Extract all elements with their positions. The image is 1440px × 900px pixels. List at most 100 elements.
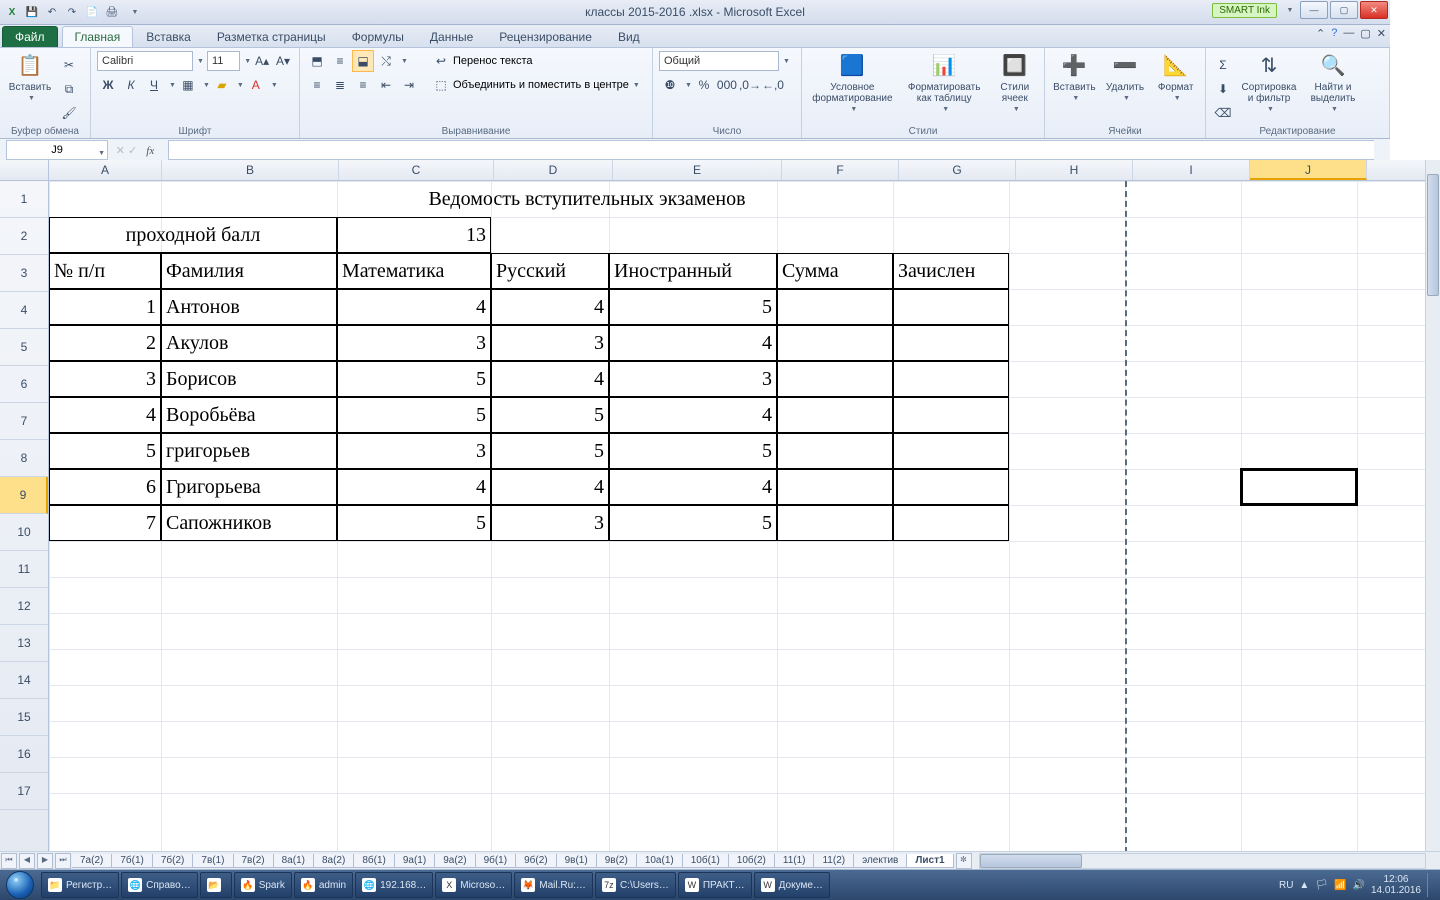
enter-fx-icon[interactable]: ✓	[128, 145, 137, 157]
align-left-icon[interactable]: ≡	[306, 74, 328, 96]
cell-for-6[interactable]: 5	[609, 505, 777, 541]
cell-fam-2[interactable]: Борисов	[161, 361, 337, 397]
numfmt-dd-icon[interactable]: ▼	[783, 58, 790, 65]
cell-sum-6[interactable]	[777, 505, 893, 541]
fill-icon[interactable]: ⬇	[1212, 78, 1234, 100]
cell-pass-value[interactable]: 13	[337, 217, 491, 253]
minimize-button[interactable]: —	[1300, 1, 1328, 19]
row-header-4[interactable]: 4	[0, 292, 48, 329]
cell-n-4[interactable]: 5	[49, 433, 161, 469]
sheet-nav-next-icon[interactable]: ▶	[37, 853, 53, 869]
row-header-16[interactable]: 16	[0, 736, 48, 773]
cell-hdr-1[interactable]: Фамилия	[161, 253, 337, 289]
cell-hdr-3[interactable]: Русский	[491, 253, 609, 289]
cell-for-3[interactable]: 4	[609, 397, 777, 433]
name-box[interactable]: J9▼	[6, 140, 108, 160]
taskbar-app-0[interactable]: 📁Регистр…	[41, 872, 119, 898]
row-header-15[interactable]: 15	[0, 699, 48, 736]
sheet-tab-8а(1)[interactable]: 8а(1)	[273, 854, 314, 868]
dec-decimal-icon[interactable]: ←,0	[762, 74, 784, 96]
align-top-icon[interactable]: ⬒	[306, 50, 328, 72]
bold-button[interactable]: Ж	[97, 74, 119, 96]
cell-sum-4[interactable]	[777, 433, 893, 469]
cell-fam-4[interactable]: григорьев	[161, 433, 337, 469]
sheet-tab-8а(2)[interactable]: 8а(2)	[313, 854, 354, 868]
cell-for-5[interactable]: 4	[609, 469, 777, 505]
row-header-6[interactable]: 6	[0, 366, 48, 403]
help-icon[interactable]: ?	[1331, 27, 1337, 40]
format-as-table-button[interactable]: 📊Форматировать как таблицу▼	[901, 50, 988, 117]
tray-flag-icon[interactable]: 🏳	[1315, 880, 1328, 891]
active-cell[interactable]	[1240, 468, 1358, 506]
row-header-13[interactable]: 13	[0, 625, 48, 662]
sheet-tab-7в(2)[interactable]: 7в(2)	[233, 854, 274, 868]
cut-icon[interactable]: ✂	[58, 54, 80, 76]
cell-sum-3[interactable]	[777, 397, 893, 433]
number-format-combo[interactable]: Общий	[659, 51, 779, 71]
cell-rus-1[interactable]: 3	[491, 325, 609, 361]
font-size-combo[interactable]: 11	[207, 51, 240, 71]
sort-filter-button[interactable]: ⇅Сортировка и фильтр▼	[1238, 50, 1300, 117]
doc-minimize-icon[interactable]: —	[1343, 27, 1354, 40]
cell-fam-1[interactable]: Акулов	[161, 325, 337, 361]
cell-rus-6[interactable]: 3	[491, 505, 609, 541]
sheet-tab-9в(1)[interactable]: 9в(1)	[556, 854, 597, 868]
cancel-fx-icon[interactable]: ✕	[116, 145, 125, 157]
sheet-tab-8б(1)[interactable]: 8б(1)	[353, 854, 395, 868]
sheet-tab-9а(2)[interactable]: 9а(2)	[434, 854, 475, 868]
cell-n-0[interactable]: 1	[49, 289, 161, 325]
sheet-tab-7в(1)[interactable]: 7в(1)	[192, 854, 233, 868]
cell-for-1[interactable]: 4	[609, 325, 777, 361]
fill-color-icon[interactable]: ▰	[211, 74, 233, 96]
underline-button[interactable]: Ч	[143, 74, 165, 96]
horizontal-scrollbar[interactable]	[979, 853, 1426, 869]
cell-fam-3[interactable]: Воробьёва	[161, 397, 337, 433]
merge-dd-icon[interactable]: ▼	[633, 82, 640, 89]
close-button[interactable]: ✕	[1360, 1, 1388, 19]
row-header-7[interactable]: 7	[0, 403, 48, 440]
sheet-tab-10б(2)[interactable]: 10б(2)	[728, 854, 775, 868]
font-color-icon[interactable]: A	[245, 74, 267, 96]
hscroll-thumb[interactable]	[980, 854, 1082, 868]
tray-network-icon[interactable]: 📶	[1334, 880, 1346, 891]
fill-dd-icon[interactable]: ▼	[237, 82, 244, 89]
cell-rus-3[interactable]: 5	[491, 397, 609, 433]
tab-file[interactable]: Файл	[2, 26, 58, 47]
cell-hdr-2[interactable]: Математика	[337, 253, 491, 289]
align-center-icon[interactable]: ≣	[329, 74, 351, 96]
cell-sum-0[interactable]	[777, 289, 893, 325]
cell-enr-3[interactable]	[893, 397, 1009, 433]
cell-pass-label[interactable]: проходной балл	[49, 217, 337, 253]
cell-for-2[interactable]: 3	[609, 361, 777, 397]
save-icon[interactable]: 💾	[24, 4, 40, 20]
qat-more-icon[interactable]: ▼	[127, 4, 143, 20]
sheet-nav-prev-icon[interactable]: ◀	[19, 853, 35, 869]
paste-button[interactable]: 📋Вставить▼	[6, 50, 54, 106]
cell-enr-4[interactable]	[893, 433, 1009, 469]
cell-for-0[interactable]: 5	[609, 289, 777, 325]
cell-enr-5[interactable]	[893, 469, 1009, 505]
indent-inc-icon[interactable]: ⇥	[398, 74, 420, 96]
tab-view[interactable]: Вид	[605, 26, 653, 47]
sheet-tab-9б(1)[interactable]: 9б(1)	[475, 854, 517, 868]
sheet-tab-9в(2)[interactable]: 9в(2)	[596, 854, 637, 868]
cell-styles-button[interactable]: 🔲Стили ячеек▼	[992, 50, 1038, 117]
fx-icon[interactable]: fx	[146, 145, 154, 157]
smart-ink-dropdown-icon[interactable]: ▼	[1282, 2, 1298, 18]
sheet-tab-7б(1)[interactable]: 7б(1)	[111, 854, 153, 868]
cell-enr-6[interactable]	[893, 505, 1009, 541]
insert-cells-button[interactable]: ➕Вставить▼	[1051, 50, 1098, 106]
cell-fam-5[interactable]: Григорьева	[161, 469, 337, 505]
cell-n-2[interactable]: 3	[49, 361, 161, 397]
merge-center-button[interactable]: ⬚Объединить и поместить в центре▼	[430, 74, 640, 96]
cell-rus-5[interactable]: 4	[491, 469, 609, 505]
taskbar-app-6[interactable]: XMicroso…	[435, 872, 512, 898]
italic-button[interactable]: К	[120, 74, 142, 96]
conditional-format-button[interactable]: 🟦Условное форматирование▼	[808, 50, 897, 117]
taskbar-app-2[interactable]: 📂	[200, 872, 232, 898]
borders-dd-icon[interactable]: ▼	[203, 82, 210, 89]
taskbar-app-8[interactable]: 7zC:\Users…	[595, 872, 676, 898]
cells-area[interactable]: Ведомость вступительных экзаменовпроходн…	[49, 181, 1440, 853]
currency-icon[interactable]: ❿	[659, 74, 681, 96]
sheet-nav-first-icon[interactable]: ⏮	[1, 853, 17, 869]
